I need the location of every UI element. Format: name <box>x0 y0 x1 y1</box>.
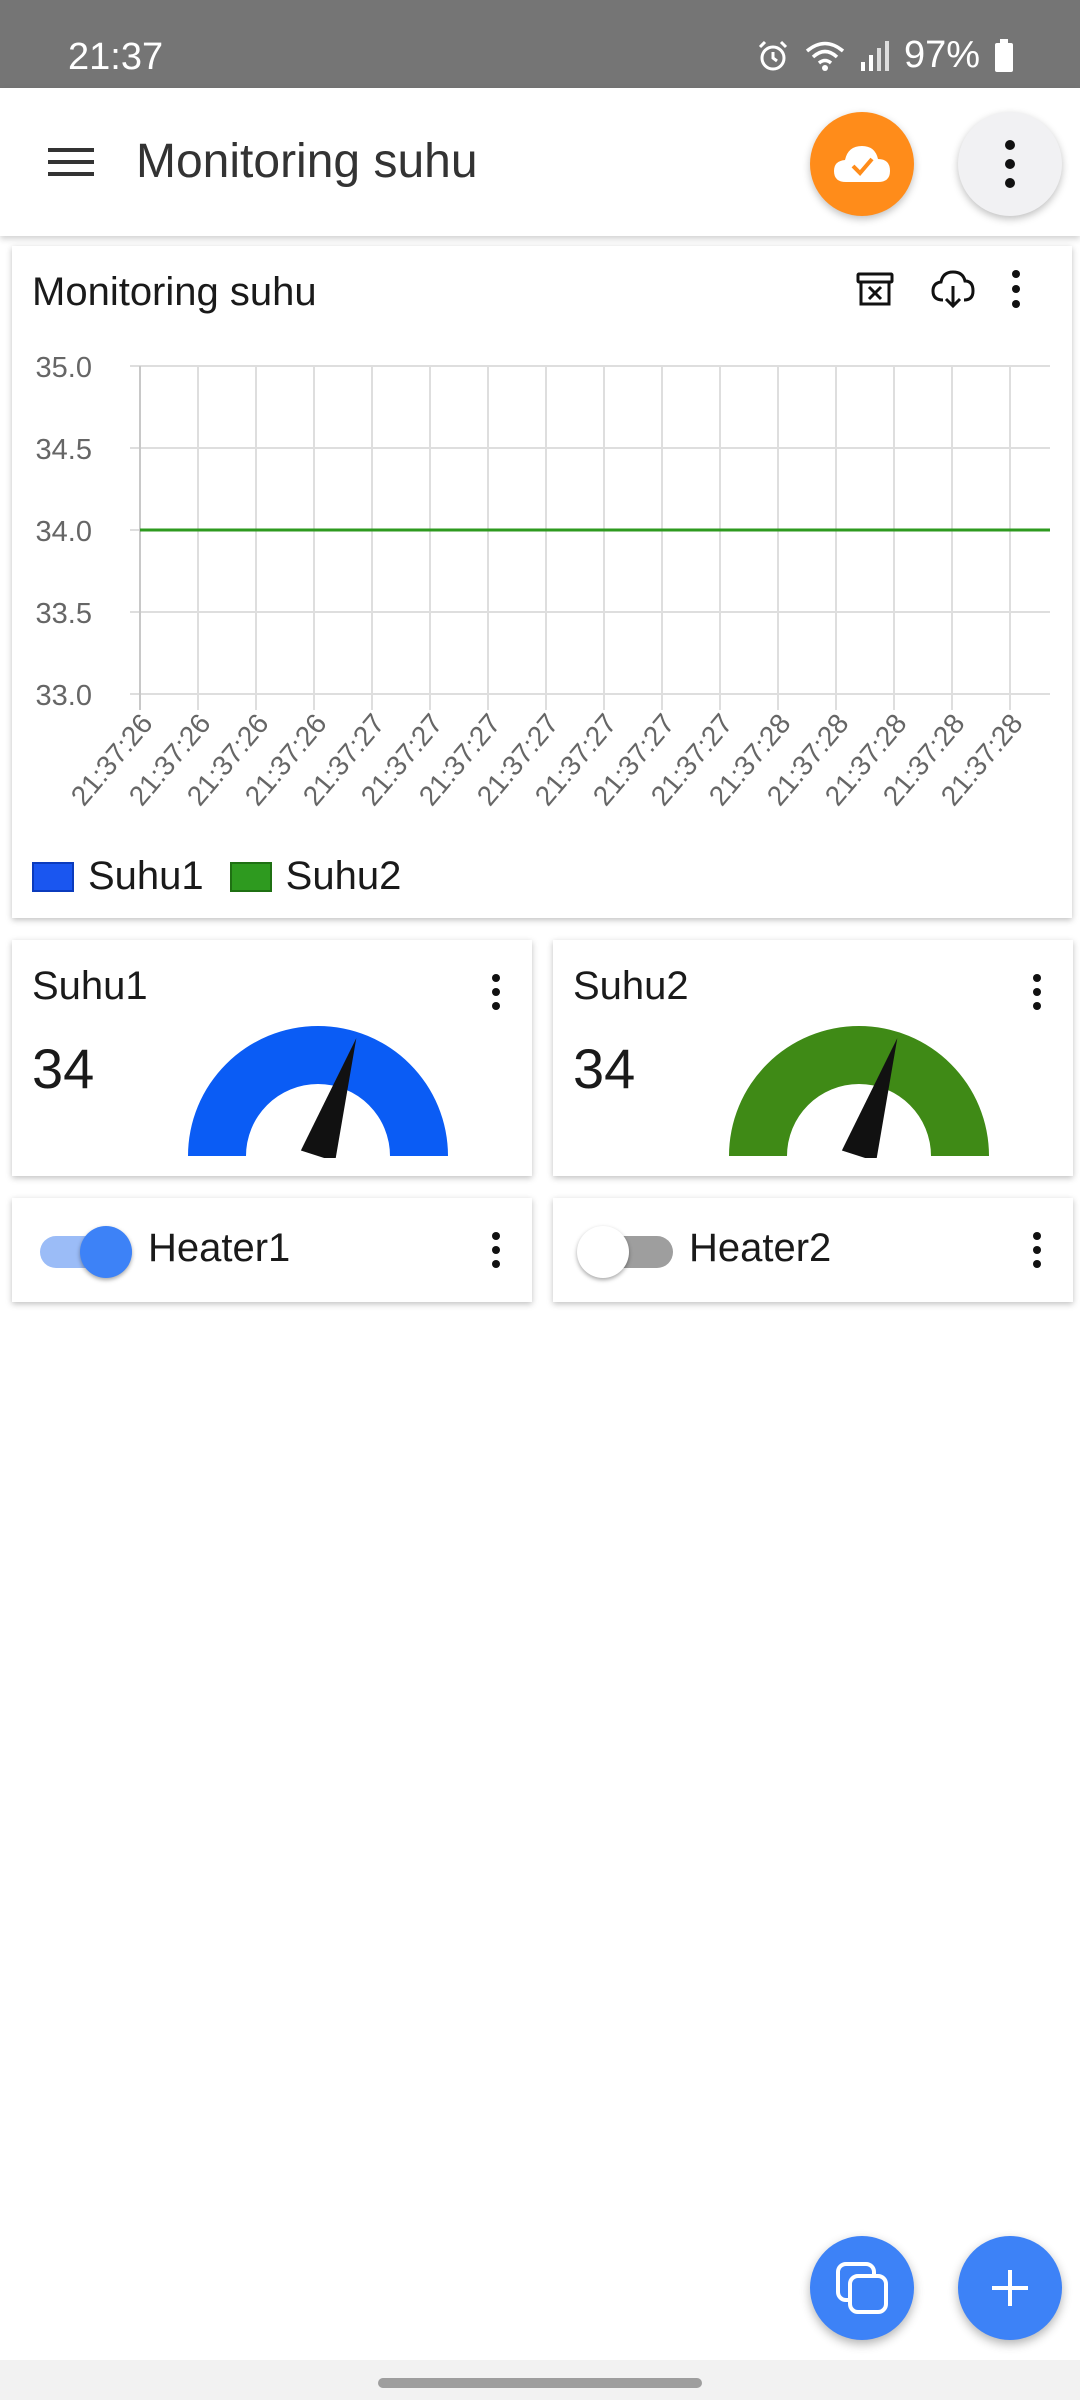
copy-icon <box>836 2262 888 2314</box>
legend-item-suhu1: Suhu1 <box>32 854 204 899</box>
heater1-toggle[interactable] <box>36 1222 140 1278</box>
legend-swatch <box>32 861 74 892</box>
gauge-value: 34 <box>573 1037 636 1100</box>
cloud-sync-button[interactable] <box>810 112 914 216</box>
status-time: 21:37 <box>68 36 164 78</box>
switch-card-heater2: Heater2 <box>553 1198 1073 1302</box>
gauge-more-vert-icon[interactable] <box>476 968 516 1016</box>
chart-legend: Suhu1 Suhu2 <box>32 854 427 899</box>
status-icons: 97% <box>756 34 1014 77</box>
gauge-title: Suhu1 <box>32 964 148 1008</box>
plus-icon <box>992 2270 1028 2306</box>
toggle-knob <box>577 1226 629 1278</box>
y-tick-label: 34.5 <box>36 434 92 466</box>
alarm-icon <box>758 40 787 70</box>
hamburger-menu-icon[interactable] <box>40 136 104 188</box>
gauge-title: Suhu2 <box>573 964 689 1008</box>
y-tick-label: 33.0 <box>36 680 92 712</box>
battery-percent: 97% <box>903 34 980 76</box>
heater2-toggle[interactable] <box>577 1222 681 1278</box>
switch-card-heater1: Heater1 <box>12 1198 532 1302</box>
wifi-icon <box>805 41 845 71</box>
gauge-more-vert-icon[interactable] <box>1017 968 1057 1016</box>
line-chart: 35.034.534.033.533.0 21:37:2621:37:2621:… <box>36 352 1050 811</box>
more-vert-icon <box>1005 140 1015 188</box>
page-title: Monitoring suhu <box>136 135 478 188</box>
navigation-bar <box>0 2360 1080 2400</box>
add-widget-button[interactable] <box>958 2236 1062 2340</box>
switch-label: Heater2 <box>689 1226 832 1270</box>
gauge-card-suhu1[interactable]: Suhu1 34 <box>12 940 532 1176</box>
switch-more-vert-icon[interactable] <box>476 1226 516 1274</box>
gauge-card-suhu2[interactable]: Suhu2 34 <box>553 940 1073 1176</box>
legend-label: Suhu2 <box>285 854 402 898</box>
legend-item-suhu2: Suhu2 <box>229 854 402 899</box>
legend-swatch <box>229 861 272 892</box>
legend-label: Suhu1 <box>88 854 204 898</box>
gauge-dial <box>729 1026 989 1158</box>
chart-card: Monitoring suhu 35.0 34.5 34.0 33.5 33.0 21:… <box>12 246 1072 918</box>
duplicate-button[interactable] <box>810 2236 914 2340</box>
home-gesture-pill[interactable] <box>378 2378 702 2388</box>
y-tick-label: 34.0 <box>36 516 92 548</box>
cloud-check-icon <box>834 146 890 182</box>
status-bar: 21:37 97% <box>0 0 1080 88</box>
app-bar: Monitoring suhu <box>0 88 1080 236</box>
more-options-button[interactable] <box>958 112 1062 216</box>
gauge-value: 34 <box>32 1037 95 1100</box>
switch-more-vert-icon[interactable] <box>1017 1226 1057 1274</box>
battery-icon <box>995 38 1013 72</box>
y-tick-label: 33.5 <box>36 598 92 630</box>
switch-label: Heater1 <box>148 1226 291 1270</box>
signal-icon <box>860 40 889 71</box>
y-tick-label: 35.0 <box>36 352 92 384</box>
toggle-knob <box>80 1226 132 1278</box>
gauge-dial <box>188 1026 448 1158</box>
